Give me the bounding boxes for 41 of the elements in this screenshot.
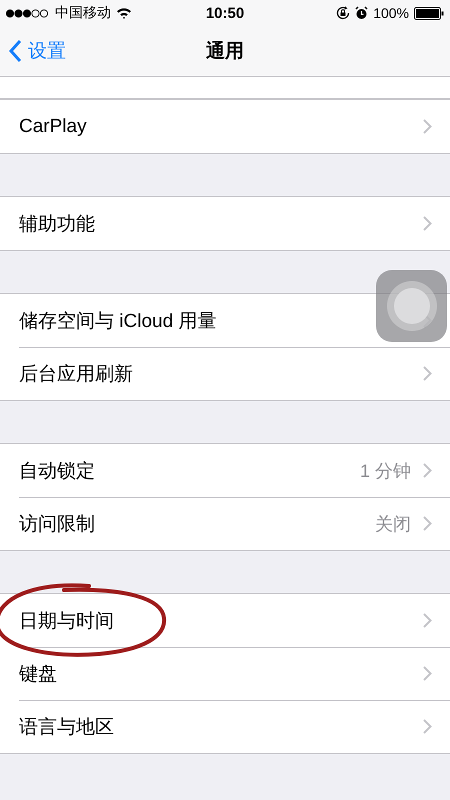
settings-row[interactable]: 辅助功能 [0,197,450,250]
chevron-right-icon [423,463,432,478]
assistive-touch-button[interactable] [376,270,447,342]
row-label: 语言与地区 [19,716,115,740]
settings-row[interactable]: 日期与时间 [0,594,450,647]
row-label: 访问限制 [19,512,96,536]
back-button[interactable]: 设置 [8,38,66,64]
settings-row[interactable]: 储存空间与 iCloud 用量 [0,294,450,347]
settings-row[interactable]: 自动锁定 1 分钟 [0,444,450,497]
settings-row[interactable]: 访问限制 关闭 [0,497,450,550]
row-label: 后台应用刷新 [19,362,134,386]
row-label: 自动锁定 [19,460,96,484]
chevron-right-icon [423,119,432,134]
row-label: 日期与时间 [19,610,115,634]
chevron-left-icon [8,39,22,63]
wifi-icon [116,7,132,19]
chevron-right-icon [423,216,432,231]
row-label: 键盘 [19,662,58,686]
battery-icon [414,6,444,20]
carrier-name: 中国移动 [55,4,111,22]
settings-row[interactable]: 键盘 [0,647,450,700]
rotation-lock-icon [336,6,350,20]
signal-icon [6,8,50,18]
row-label: 储存空间与 iCloud 用量 [19,310,218,334]
nav-title: 通用 [206,40,244,64]
row-value: 关闭 [375,512,411,536]
row-label: 辅助功能 [19,212,96,236]
chevron-right-icon [423,613,432,628]
chevron-right-icon [423,666,432,681]
battery-percent: 100% [373,5,409,21]
chevron-right-icon [423,366,432,381]
settings-row[interactable]: 语言与地区 [0,700,450,753]
settings-row[interactable]: 后台应用刷新 [0,347,450,400]
row-value: 1 分钟 [360,460,411,482]
status-time: 10:50 [206,4,244,22]
alarm-icon [355,6,368,20]
row-label: CarPlay [19,116,88,138]
chevron-right-icon [423,516,432,531]
chevron-right-icon [423,719,432,734]
settings-row[interactable]: CarPlay [0,100,450,153]
chevron-right-icon [423,313,432,328]
